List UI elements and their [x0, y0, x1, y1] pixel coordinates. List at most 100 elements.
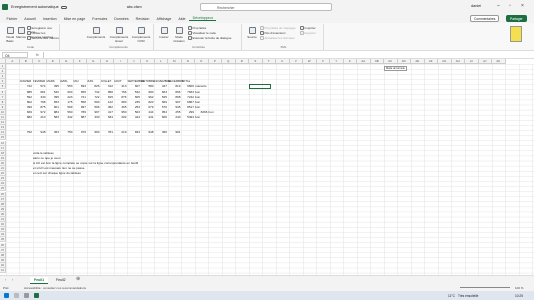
task-view-icon[interactable]	[24, 293, 29, 298]
tab-7[interactable]: Affichage	[153, 17, 175, 21]
cell[interactable]: et ceci sur chaque ligne du tableau	[33, 171, 81, 176]
column-header[interactable]: W	[303, 59, 317, 64]
autosave-toggle[interactable]	[60, 5, 67, 9]
tab-4[interactable]: Formules	[89, 17, 111, 21]
minimize-icon[interactable]: –	[497, 3, 500, 9]
tab-8[interactable]: Aide	[175, 17, 189, 21]
add-sheet-icon[interactable]: ⊕	[76, 276, 80, 282]
cell[interactable]: 240	[168, 115, 180, 120]
cell[interactable]: 993	[87, 130, 99, 135]
cell[interactable]: bon	[209, 110, 222, 115]
accessibility-status[interactable]: Accessibilité : consultez nos recommanda…	[24, 286, 86, 290]
tab-9[interactable]: Développeur	[189, 16, 217, 21]
addins-button[interactable]: Compléments	[86, 27, 106, 39]
column-header[interactable]: L	[154, 59, 168, 64]
clock[interactable]: 10:25	[515, 294, 523, 298]
column-header[interactable]: Z	[343, 59, 357, 64]
cell[interactable]: 444	[128, 115, 140, 120]
cell[interactable]: 342	[60, 115, 72, 120]
tab-0[interactable]: Fichier	[3, 17, 21, 21]
column-header[interactable]: I	[114, 59, 128, 64]
column-header[interactable]: U	[276, 59, 290, 64]
column-header[interactable]: AA	[357, 59, 371, 64]
cell[interactable]: 991	[168, 130, 180, 135]
tab-3[interactable]: Mise en page	[60, 17, 89, 21]
cell[interactable]: 887	[74, 115, 86, 120]
column-header[interactable]: AH	[451, 59, 465, 64]
column-header[interactable]: J	[127, 59, 141, 64]
cell[interactable]: 5494	[182, 115, 194, 120]
row-header[interactable]: 41	[0, 268, 6, 274]
document-thumbnail-icon[interactable]	[510, 26, 522, 42]
start-icon[interactable]	[4, 293, 9, 298]
cell[interactable]: 979	[74, 130, 86, 135]
fx-icon[interactable]: fx	[36, 53, 39, 57]
column-header[interactable]: M	[168, 59, 182, 64]
cell[interactable]: bon	[195, 115, 208, 120]
user-name[interactable]: daniel	[471, 4, 481, 8]
search-input[interactable]: Rechercher	[200, 3, 332, 11]
cell[interactable]: 753	[60, 130, 72, 135]
export-button[interactable]: Exporter	[300, 31, 316, 35]
column-header[interactable]: AD	[397, 59, 411, 64]
column-header[interactable]: AK	[492, 59, 506, 64]
cell[interactable]: 202	[114, 115, 126, 120]
expansion-packs-button[interactable]: Kits d'extension	[260, 31, 285, 35]
design-mode-button[interactable]: Mode Création	[172, 27, 186, 43]
column-header[interactable]: O	[195, 59, 209, 64]
search-icon[interactable]	[14, 293, 19, 298]
com-addins-button[interactable]: Compléments COM	[131, 27, 151, 43]
tab-2[interactable]: Insertion	[39, 17, 60, 21]
column-header[interactable]: R	[235, 59, 249, 64]
cell[interactable]: 450	[155, 130, 167, 135]
maximize-icon[interactable]: ▫	[509, 3, 511, 9]
cell[interactable]: 834	[101, 115, 113, 120]
cell[interactable]: 453	[47, 130, 59, 135]
column-header[interactable]: Y	[330, 59, 344, 64]
column-header[interactable]: G	[87, 59, 101, 64]
excel-addins-button[interactable]: Compléments Excel	[108, 27, 130, 43]
column-header[interactable]: AE	[411, 59, 425, 64]
column-header[interactable]: V	[289, 59, 303, 64]
macro-security-button[interactable]: Sécurité des macros	[27, 36, 59, 40]
visual-basic-button[interactable]: Visual Basic	[4, 27, 16, 43]
cell[interactable]: 583	[47, 115, 59, 120]
cell[interactable]: 219	[114, 130, 126, 135]
sheet-next-icon[interactable]: ›	[12, 277, 13, 282]
column-header[interactable]: AF	[424, 59, 438, 64]
weather-desc[interactable]: Très ensoleillé	[458, 294, 478, 298]
cell[interactable]: 834	[128, 130, 140, 135]
import-button[interactable]: Importer	[300, 26, 316, 30]
column-header[interactable]: H	[100, 59, 114, 64]
file-name[interactable]: abc.xlsm	[127, 5, 142, 9]
formula-input[interactable]	[42, 51, 532, 58]
column-header[interactable]: K	[141, 59, 155, 64]
tab-5[interactable]: Données	[111, 17, 132, 21]
cell[interactable]: 948	[141, 130, 153, 135]
tab-1[interactable]: Accueil	[21, 17, 40, 21]
column-header[interactable]: AC	[384, 59, 398, 64]
column-header[interactable]: B	[19, 59, 33, 64]
column-header[interactable]: N	[181, 59, 195, 64]
view-code-button[interactable]: Visualiser le code	[188, 31, 216, 35]
comments-button[interactable]: Commentaires	[470, 15, 500, 22]
cell[interactable]: 781	[101, 130, 113, 135]
column-header[interactable]: AI	[465, 59, 479, 64]
spreadsheet-grid[interactable]: A B C D E F G H I J K L M N O P Q R S T U V W X Y Z AA AB AC AD AE AF AG…	[0, 59, 534, 275]
cell[interactable]: 330	[87, 115, 99, 120]
column-header[interactable]: A	[6, 59, 20, 64]
column-header[interactable]: AB	[370, 59, 384, 64]
xml-source-button[interactable]: Source	[246, 27, 258, 39]
column-header[interactable]: AG	[438, 59, 452, 64]
sheet-tab-feuil1[interactable]: Feuil1	[30, 277, 49, 284]
column-header[interactable]: X	[316, 59, 330, 64]
active-cell-cursor[interactable]	[249, 84, 271, 90]
zoom-level[interactable]: 100 %	[515, 286, 524, 290]
column-header[interactable]: P	[208, 59, 222, 64]
column-header[interactable]: F	[73, 59, 87, 64]
close-icon[interactable]: ×	[521, 3, 524, 9]
column-header[interactable]: Q	[222, 59, 236, 64]
sheet-tab-feuil2[interactable]: Feuil2	[52, 277, 70, 284]
cell[interactable]: 882	[20, 115, 32, 120]
column-header[interactable]: C	[33, 59, 47, 64]
